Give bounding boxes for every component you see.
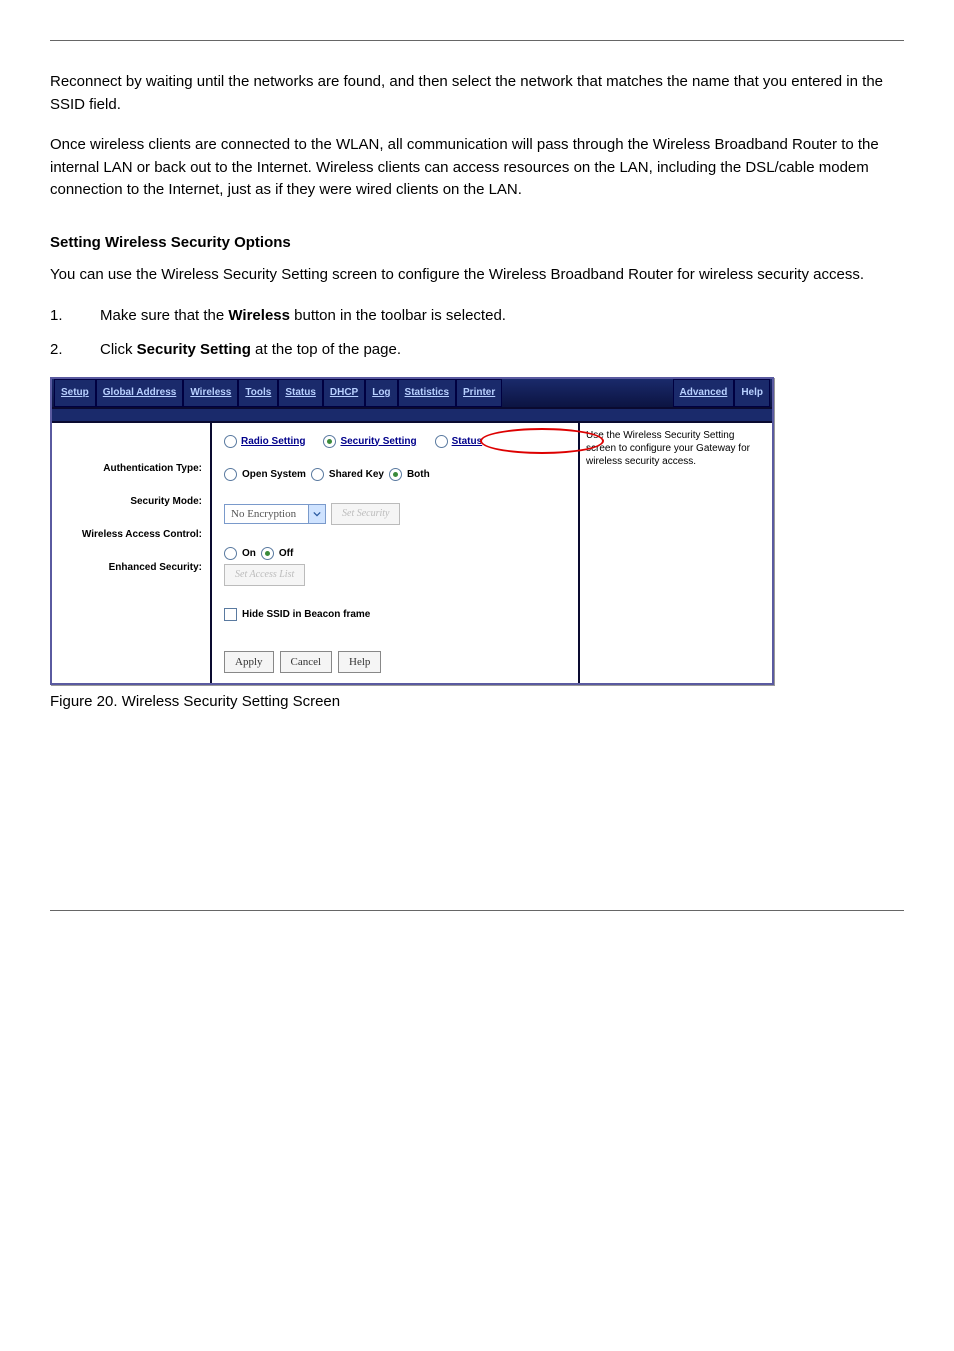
figure-caption: Figure 20. Wireless Security Setting Scr…: [50, 693, 904, 710]
nav-dhcp[interactable]: DHCP: [323, 379, 365, 407]
nav-statistics[interactable]: Statistics: [398, 379, 456, 407]
auth-both-label: Both: [407, 469, 430, 480]
nav-setup[interactable]: Setup: [54, 379, 96, 407]
auth-open-label: Open System: [242, 469, 306, 480]
help-sidebar: Use the Wireless Security Setting screen…: [578, 423, 772, 683]
paragraph: Reconnect by waiting until the networks …: [50, 71, 904, 116]
help-button[interactable]: Help: [338, 651, 381, 673]
wac-label: Wireless Access Control:: [52, 529, 210, 540]
left-label-column: Authentication Type: Security Mode: Wire…: [52, 423, 212, 683]
nav-wireless[interactable]: Wireless: [183, 379, 238, 407]
router-config-screenshot: Setup Global Address Wireless Tools Stat…: [50, 377, 774, 685]
nav-tools[interactable]: Tools: [238, 379, 278, 407]
auth-both-radio[interactable]: [389, 468, 402, 481]
settings-panel: Radio Setting Security Setting Status Op…: [212, 423, 578, 683]
set-security-button[interactable]: Set Security: [331, 503, 400, 525]
enhanced-security-label: Enhanced Security:: [52, 562, 210, 573]
auth-type-label: Authentication Type:: [52, 463, 210, 474]
highlight-oval: [480, 428, 604, 454]
wac-off-radio[interactable]: [261, 547, 274, 560]
wac-off-label: Off: [279, 548, 293, 559]
paragraph: Once wireless clients are connected to t…: [50, 134, 904, 202]
step-item: 2.Click Security Setting at the top of t…: [50, 339, 904, 362]
document-body: Reconnect by waiting until the networks …: [50, 71, 904, 362]
wac-on-label: On: [242, 548, 256, 559]
set-access-list-button[interactable]: Set Access List: [224, 564, 305, 586]
auth-shared-radio[interactable]: [311, 468, 324, 481]
hide-ssid-label: Hide SSID in Beacon frame: [242, 609, 370, 620]
subtab-security-setting[interactable]: Security Setting: [340, 436, 416, 447]
radio-icon[interactable]: [224, 435, 237, 448]
radio-icon[interactable]: [435, 435, 448, 448]
nav-status[interactable]: Status: [278, 379, 323, 407]
wac-on-radio[interactable]: [224, 547, 237, 560]
chevron-down-icon[interactable]: [308, 505, 325, 523]
nav-help[interactable]: Help: [734, 379, 770, 407]
auth-open-radio[interactable]: [224, 468, 237, 481]
subtab-status[interactable]: Status: [452, 436, 483, 447]
paragraph: You can use the Wireless Security Settin…: [50, 264, 904, 287]
step-item: 1.Make sure that the Wireless button in …: [50, 305, 904, 328]
step-number: 2.: [50, 339, 100, 362]
security-mode-label: Security Mode:: [52, 496, 210, 507]
auth-shared-label: Shared Key: [329, 469, 384, 480]
help-text: Use the Wireless Security Setting screen…: [586, 430, 750, 467]
security-mode-value: No Encryption: [225, 508, 308, 520]
hide-ssid-checkbox[interactable]: [224, 608, 237, 621]
section-title: Setting Wireless Security Options: [50, 232, 904, 255]
subtab-radio-setting[interactable]: Radio Setting: [241, 436, 305, 447]
cancel-button[interactable]: Cancel: [280, 651, 333, 673]
nav-log[interactable]: Log: [365, 379, 397, 407]
nav-printer[interactable]: Printer: [456, 379, 502, 407]
nav-advanced[interactable]: Advanced: [673, 379, 735, 407]
apply-button[interactable]: Apply: [224, 651, 274, 673]
security-mode-select[interactable]: No Encryption: [224, 504, 326, 524]
step-number: 1.: [50, 305, 100, 328]
radio-icon[interactable]: [323, 435, 336, 448]
nav-global-address[interactable]: Global Address: [96, 379, 184, 407]
main-nav: Setup Global Address Wireless Tools Stat…: [52, 379, 772, 409]
